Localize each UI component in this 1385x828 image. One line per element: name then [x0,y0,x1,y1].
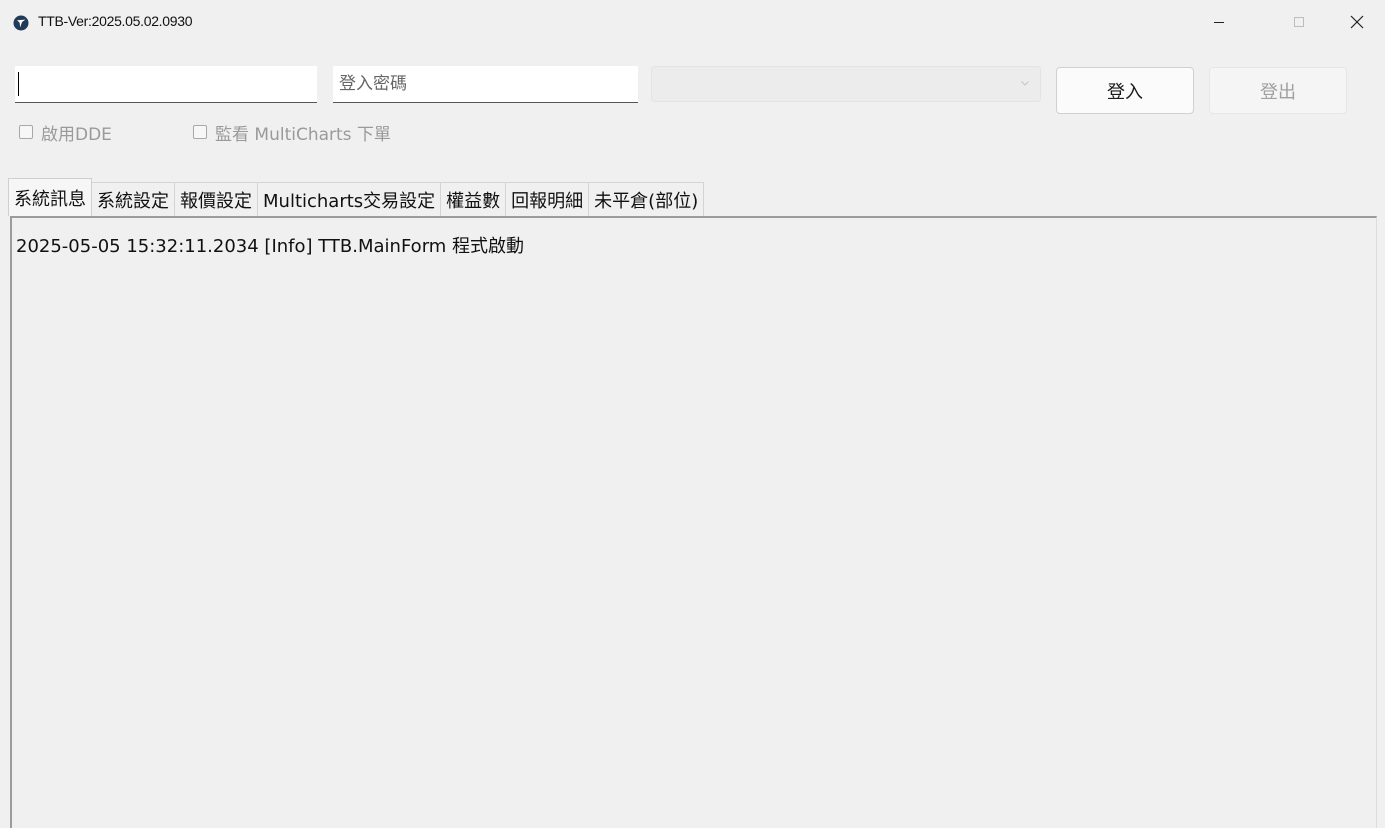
close-icon [1350,15,1364,29]
account-input[interactable] [15,66,317,103]
tab-open-positions[interactable]: 未平倉(部位) [588,182,705,216]
ttb-app-icon [13,15,29,31]
system-log-panel[interactable]: 2025-05-05 15:32:11.2034 [Info] TTB.Main… [10,216,1377,828]
tab-quote-settings[interactable]: 報價設定 [174,182,258,216]
enable-dde-checkbox[interactable] [19,125,33,139]
title-bar: TTB-Ver:2025.05.02.0930 [0,0,1385,46]
watch-multicharts-option[interactable]: 監看 MultiCharts 下單 [193,119,391,145]
tab-multicharts-trade-settings[interactable]: Multicharts交易設定 [257,182,442,216]
minimize-icon [1214,22,1224,23]
maximize-button[interactable] [1276,0,1322,44]
enable-dde-option[interactable]: 啟用DDE [19,119,112,145]
password-input[interactable] [333,66,638,103]
text-caret [18,72,19,96]
enable-dde-label: 啟用DDE [41,124,112,145]
chevron-down-icon [1021,81,1029,86]
maximize-icon [1294,17,1304,27]
window-title: TTB-Ver:2025.05.02.0930 [38,13,193,29]
logout-button[interactable]: 登出 [1209,67,1347,114]
watch-multicharts-checkbox[interactable] [193,125,207,139]
watch-multicharts-label: 監看 MultiCharts 下單 [215,124,391,145]
login-button[interactable]: 登入 [1056,67,1194,114]
close-button[interactable] [1334,0,1380,44]
app-window: TTB-Ver:2025.05.02.0930 登入 登出 [0,0,1385,828]
log-line: 2025-05-05 15:32:11.2034 [Info] TTB.Main… [16,236,525,257]
tab-report-details[interactable]: 回報明細 [505,182,590,216]
tab-strip: 系統訊息 系統設定 報價設定 Multicharts交易設定 權益數 回報明細 … [8,178,705,216]
server-select[interactable] [651,66,1041,102]
tab-system-messages[interactable]: 系統訊息 [8,178,92,216]
tab-equity[interactable]: 權益數 [440,182,507,216]
tab-system-settings[interactable]: 系統設定 [91,182,175,216]
minimize-button[interactable] [1196,0,1242,44]
